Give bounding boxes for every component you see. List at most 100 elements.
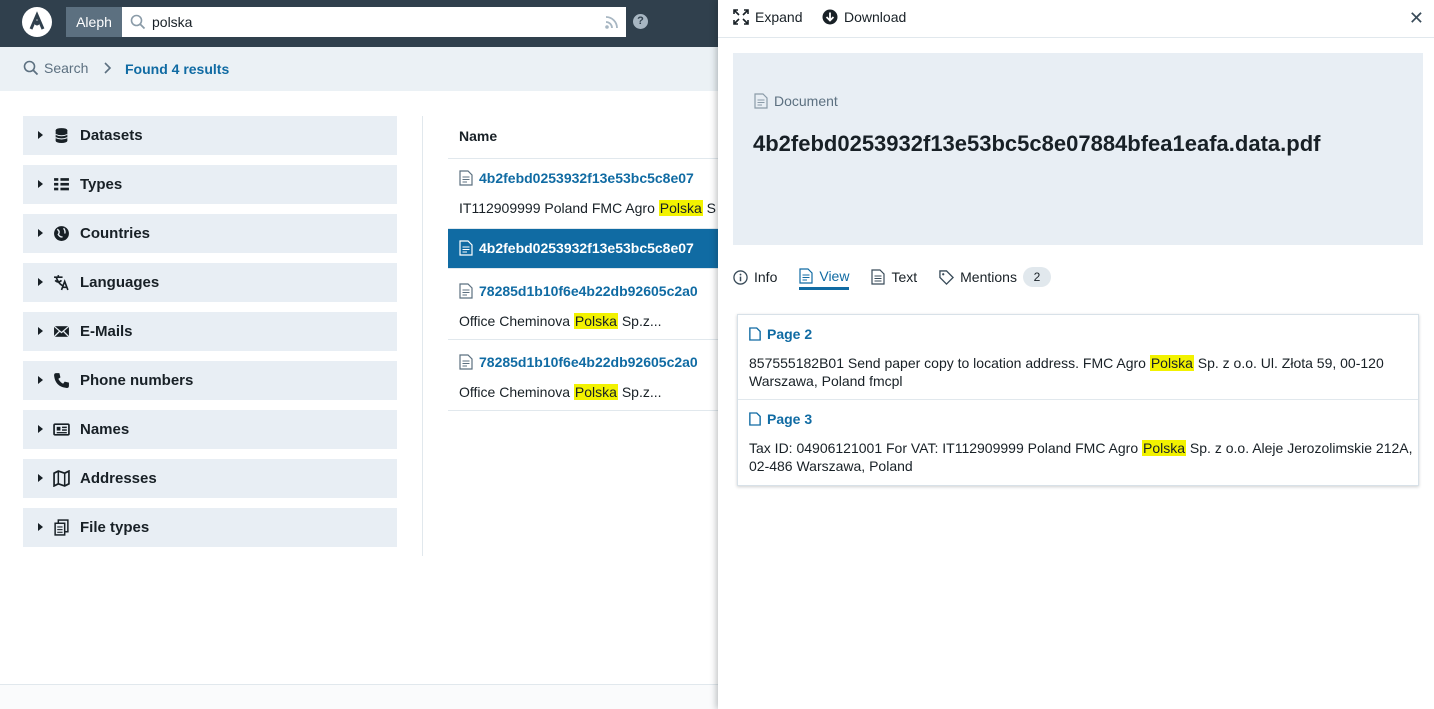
- tab-label: Mentions: [960, 269, 1017, 285]
- document-icon: [754, 93, 768, 109]
- rss-icon[interactable]: [604, 14, 620, 33]
- caret-right-icon: [38, 180, 43, 188]
- search-input[interactable]: [152, 7, 592, 37]
- list-item[interactable]: Page 2 857555182B01 Send paper copy to l…: [738, 315, 1418, 400]
- caret-right-icon: [38, 376, 43, 384]
- column-divider: [422, 116, 423, 556]
- pdf-file-icon: [459, 240, 473, 256]
- tab-text[interactable]: Text: [871, 264, 917, 290]
- breadcrumb-search[interactable]: Search: [23, 60, 88, 76]
- mention-snippet: Tax ID: 04906121001 For VAT: IT112909999…: [749, 439, 1413, 475]
- search-box[interactable]: [122, 7, 626, 37]
- facet-countries[interactable]: Countries: [23, 214, 397, 253]
- snippet-highlight: Polska: [573, 313, 618, 329]
- facet-label: File types: [80, 519, 150, 536]
- facet-file-types[interactable]: File types: [23, 508, 397, 547]
- result-title: 4b2febd0253932f13e53bc5c8e07: [479, 170, 694, 186]
- result-snippet: IT112909999 Poland FMC Agro Polska S: [459, 200, 716, 216]
- result-title-link[interactable]: 78285d1b10f6e4b22db92605c2a0: [459, 354, 698, 370]
- text-document-icon: [871, 269, 886, 285]
- page-label: Page 3: [767, 411, 813, 427]
- search-icon: [130, 14, 146, 33]
- result-title: 78285d1b10f6e4b22db92605c2a0: [479, 283, 698, 299]
- chevron-right-icon: [104, 62, 112, 74]
- result-snippet: Office Cheminova Polska Sp.z...: [459, 313, 662, 329]
- id-card-icon: [53, 423, 70, 436]
- caret-right-icon: [38, 327, 43, 335]
- document-icon: [799, 267, 813, 284]
- download-button[interactable]: Download: [822, 9, 906, 25]
- tab-info[interactable]: Info: [733, 264, 777, 290]
- snippet-text: S: [702, 200, 717, 216]
- facet-languages[interactable]: Languages: [23, 263, 397, 302]
- caret-right-icon: [38, 425, 43, 433]
- document-type: Document: [754, 93, 838, 109]
- snippet-text: Sp.z...: [617, 384, 662, 400]
- snippet-text: Tax ID: 04906121001 For VAT: IT112909999…: [749, 440, 1143, 456]
- facet-label: E-Mails: [80, 323, 133, 340]
- phone-icon: [54, 373, 69, 388]
- facet-label: Phone numbers: [80, 372, 194, 389]
- download-label: Download: [844, 9, 907, 25]
- facet-label: Languages: [80, 274, 160, 291]
- facet-types[interactable]: Types: [23, 165, 397, 204]
- facet-phone-numbers[interactable]: Phone numbers: [23, 361, 397, 400]
- list-item[interactable]: Page 3 Tax ID: 04906121001 For VAT: IT11…: [738, 400, 1418, 485]
- snippet-highlight: Polska: [1149, 355, 1194, 371]
- database-icon: [55, 128, 68, 143]
- drawer-toolbar: Expand Download ✕: [718, 0, 1434, 38]
- translate-icon: [54, 275, 69, 291]
- page-link[interactable]: Page 3: [749, 411, 812, 427]
- snippet-text: Sp.z...: [617, 313, 662, 329]
- facet-label: Datasets: [80, 127, 143, 144]
- result-title-link[interactable]: 4b2febd0253932f13e53bc5c8e07: [459, 240, 694, 256]
- tab-label: View: [819, 267, 850, 284]
- document-type-label: Document: [774, 93, 838, 109]
- result-title-link[interactable]: 4b2febd0253932f13e53bc5c8e07: [459, 170, 694, 186]
- search-icon: [23, 60, 39, 76]
- list-icon: [54, 178, 69, 191]
- facet-list: Datasets Types Countries Languages E-Mai…: [23, 116, 397, 557]
- column-header-name[interactable]: Name: [459, 128, 497, 144]
- page-link[interactable]: Page 2: [749, 326, 812, 342]
- download-icon: [822, 9, 838, 25]
- breadcrumb-results[interactable]: Found 4 results: [125, 61, 229, 77]
- result-title: 78285d1b10f6e4b22db92605c2a0: [479, 354, 698, 370]
- help-icon[interactable]: ?: [633, 14, 648, 29]
- preview-tabs: Info View Text Mentions 2: [733, 264, 1051, 292]
- result-title: 4b2febd0253932f13e53bc5c8e07: [479, 240, 694, 256]
- facet-emails[interactable]: E-Mails: [23, 312, 397, 351]
- tab-label: Info: [754, 269, 778, 285]
- table-row[interactable]: 4b2febd0253932f13e53bc5c8e07 IT112909999…: [448, 159, 718, 229]
- tab-mentions[interactable]: Mentions 2: [939, 264, 1051, 290]
- facet-names[interactable]: Names: [23, 410, 397, 449]
- table-row-selected[interactable]: 4b2febd0253932f13e53bc5c8e07: [448, 229, 718, 269]
- result-snippet: Office Cheminova Polska Sp.z...: [459, 384, 662, 400]
- pdf-file-icon: [459, 354, 473, 370]
- caret-right-icon: [38, 474, 43, 482]
- document-icon: [749, 327, 761, 341]
- tab-view[interactable]: View: [799, 264, 850, 290]
- brand-label[interactable]: Aleph: [66, 7, 122, 37]
- facet-addresses[interactable]: Addresses: [23, 459, 397, 498]
- snippet-text: Office Cheminova: [459, 384, 574, 400]
- expand-label: Expand: [755, 9, 803, 25]
- caret-right-icon: [38, 229, 43, 237]
- info-icon: [733, 269, 748, 285]
- close-icon[interactable]: ✕: [1409, 8, 1424, 29]
- mentions-count-badge: 2: [1022, 267, 1051, 287]
- document-title: 4b2febd0253932f13e53bc5c8e07884bfea1eafa…: [753, 131, 1321, 156]
- facet-datasets[interactable]: Datasets: [23, 116, 397, 155]
- page-label: Page 2: [767, 326, 813, 342]
- caret-right-icon: [38, 523, 43, 531]
- table-row[interactable]: 78285d1b10f6e4b22db92605c2a0 Office Chem…: [448, 340, 718, 411]
- facet-label: Names: [80, 421, 130, 438]
- aleph-logo-icon[interactable]: [22, 7, 52, 37]
- table-row[interactable]: 78285d1b10f6e4b22db92605c2a0 Office Chem…: [448, 269, 718, 340]
- expand-button[interactable]: Expand: [733, 9, 802, 25]
- result-title-link[interactable]: 78285d1b10f6e4b22db92605c2a0: [459, 283, 698, 299]
- document-icon: [749, 412, 761, 426]
- footer: [0, 685, 718, 709]
- documents-icon: [54, 519, 69, 536]
- snippet-text: 857555182B01 Send paper copy to location…: [749, 355, 1150, 371]
